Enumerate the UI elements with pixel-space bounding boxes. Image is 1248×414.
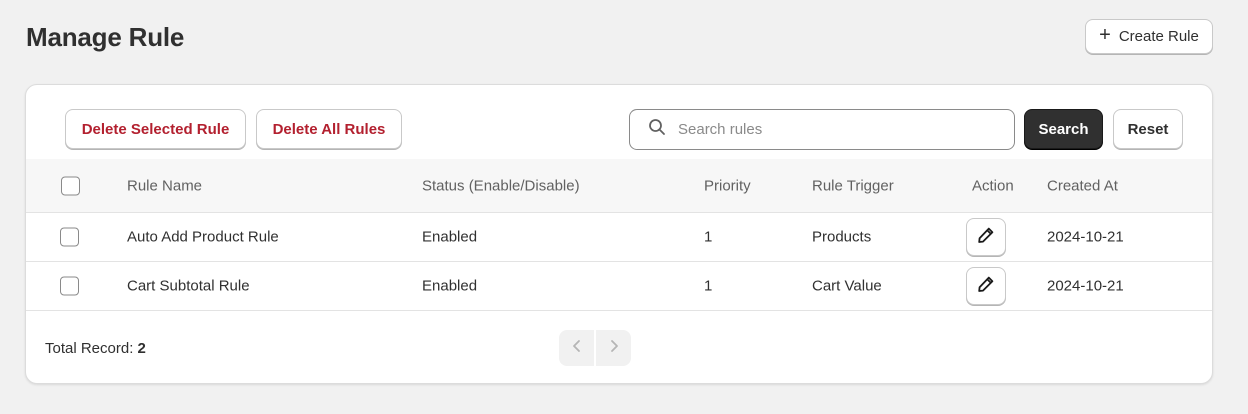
table-row[interactable]: Cart Subtotal Rule Enabled 1 Cart Value … <box>26 262 1212 311</box>
plus-icon: + <box>1099 24 1111 46</box>
select-all-checkbox[interactable] <box>61 176 80 195</box>
pencil-icon <box>977 275 995 298</box>
rule-name-cell: Cart Subtotal Rule <box>127 277 250 295</box>
created-at-cell: 2024-10-21 <box>1047 228 1124 246</box>
next-page-button[interactable] <box>596 330 631 366</box>
delete-all-button[interactable]: Delete All Rules <box>256 109 402 149</box>
reset-button[interactable]: Reset <box>1113 109 1183 149</box>
delete-selected-button[interactable]: Delete Selected Rule <box>65 109 246 149</box>
edit-rule-button[interactable] <box>966 218 1006 256</box>
create-rule-button[interactable]: + Create Rule <box>1085 19 1213 54</box>
table-header: Rule Name Status (Enable/Disable) Priori… <box>26 159 1212 213</box>
pencil-icon <box>977 226 995 249</box>
previous-page-button[interactable] <box>559 330 594 366</box>
total-record-label: Total Record: <box>45 340 134 357</box>
column-header-rule-trigger[interactable]: Rule Trigger <box>812 177 894 194</box>
row-checkbox[interactable] <box>60 276 79 296</box>
total-record-count: 2 <box>137 340 146 357</box>
create-rule-label: Create Rule <box>1118 28 1199 45</box>
rules-card: Delete Selected Rule Delete All Rules Se… <box>25 84 1213 384</box>
rule-trigger-cell: Products <box>812 228 872 246</box>
page-title: Manage Rule <box>26 22 185 52</box>
created-at-cell: 2024-10-21 <box>1047 277 1124 295</box>
status-cell: Enabled <box>422 228 478 246</box>
rule-trigger-cell: Cart Value <box>812 277 882 295</box>
column-header-action: Action <box>972 177 1014 194</box>
search-field[interactable] <box>629 109 1015 150</box>
table-row[interactable]: Auto Add Product Rule Enabled 1 Products… <box>26 213 1212 262</box>
search-icon <box>648 118 666 141</box>
search-input[interactable] <box>678 121 978 138</box>
pagination <box>559 330 631 366</box>
chevron-left-icon <box>571 339 583 358</box>
column-header-created-at[interactable]: Created At <box>1047 177 1118 194</box>
priority-cell: 1 <box>704 228 713 246</box>
rule-name-cell: Auto Add Product Rule <box>127 228 279 246</box>
column-header-rule-name[interactable]: Rule Name <box>127 177 202 194</box>
status-cell: Enabled <box>422 277 478 295</box>
edit-rule-button[interactable] <box>966 267 1006 305</box>
search-button[interactable]: Search <box>1024 109 1103 149</box>
total-record: Total Record: 2 <box>45 340 146 357</box>
column-header-status[interactable]: Status (Enable/Disable) <box>422 177 580 194</box>
chevron-right-icon <box>608 339 620 358</box>
column-header-priority[interactable]: Priority <box>704 177 751 194</box>
row-checkbox[interactable] <box>60 227 79 247</box>
priority-cell: 1 <box>704 277 713 295</box>
